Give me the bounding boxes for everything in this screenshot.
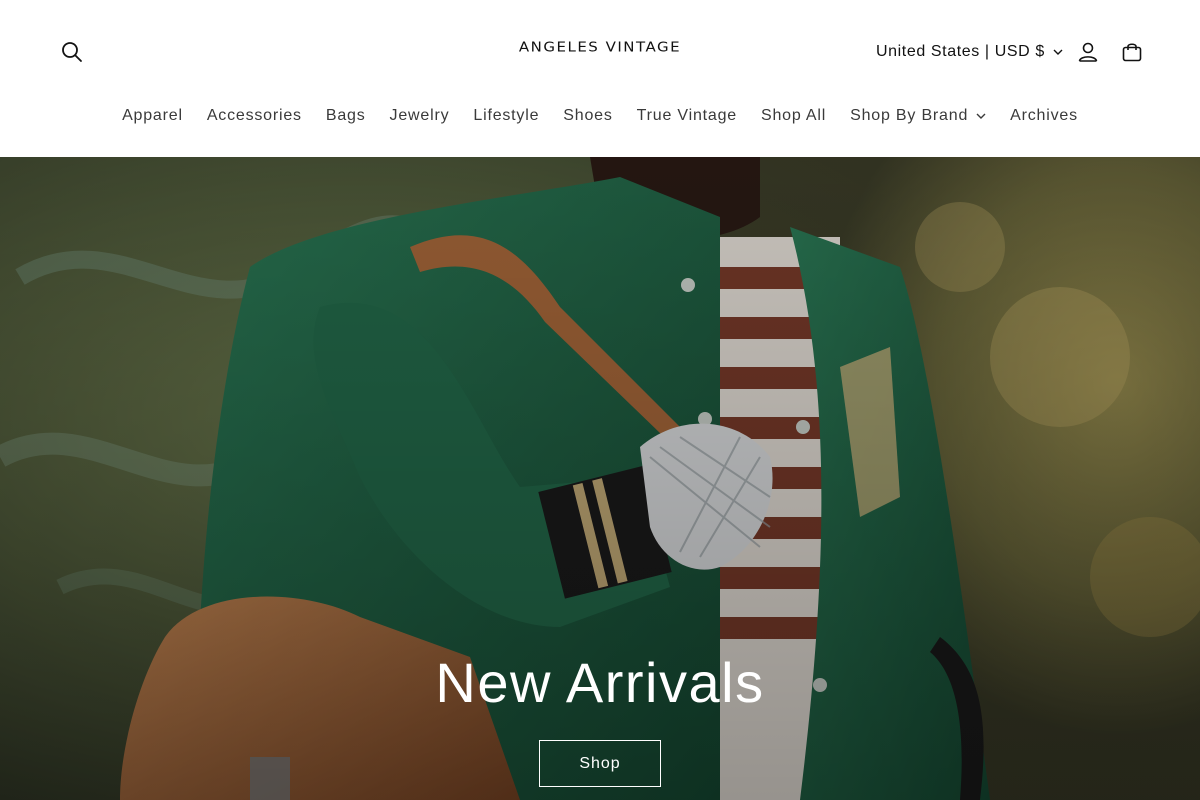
- country-currency-selector[interactable]: United States | USD $: [876, 32, 1063, 72]
- cart-button[interactable]: [1112, 32, 1152, 72]
- chevron-down-icon: [976, 113, 986, 119]
- nav-item-shoes[interactable]: Shoes: [551, 107, 624, 125]
- site-header: ANGELES VINTAGE United States | USD $ Ap…: [0, 0, 1200, 157]
- search-button[interactable]: [52, 32, 92, 72]
- nav-item-archives[interactable]: Archives: [998, 107, 1090, 125]
- nav-item-jewelry[interactable]: Jewelry: [378, 107, 462, 125]
- account-button[interactable]: [1068, 32, 1108, 72]
- currency-label: United States | USD $: [876, 43, 1045, 60]
- nav-item-label: Accessories: [206, 107, 302, 124]
- nav-item-label: Bags: [325, 107, 366, 124]
- nav-item-label: Apparel: [122, 107, 183, 124]
- shop-button[interactable]: Shop: [539, 740, 661, 787]
- main-navigation: Apparel Accessories Bags Jewelry Lifesty…: [0, 96, 1200, 136]
- nav-item-label: Shoes: [563, 107, 613, 124]
- nav-item-label: Jewelry: [389, 107, 450, 124]
- hero-title: New Arrivals: [435, 651, 765, 714]
- nav-item-true-vintage[interactable]: True Vintage: [625, 107, 749, 125]
- nav-item-label: Lifestyle: [473, 107, 540, 124]
- nav-item-shop-all[interactable]: Shop All: [749, 107, 838, 125]
- nav-item-lifestyle[interactable]: Lifestyle: [461, 107, 551, 125]
- nav-item-shop-by-brand[interactable]: Shop By Brand: [838, 107, 998, 125]
- cart-icon: [1122, 43, 1142, 62]
- nav-item-label: Archives: [1010, 107, 1078, 124]
- nav-item-label: Shop All: [761, 107, 827, 124]
- nav-item-accessories[interactable]: Accessories: [195, 107, 314, 125]
- account-icon: [1078, 42, 1098, 62]
- search-icon: [62, 42, 82, 62]
- chevron-down-icon: [1053, 49, 1063, 55]
- nav-item-apparel[interactable]: Apparel: [110, 107, 195, 125]
- nav-item-bags[interactable]: Bags: [314, 107, 378, 125]
- nav-item-label: True Vintage: [636, 107, 737, 124]
- nav-item-label: Shop By Brand: [850, 107, 969, 124]
- brand-logo[interactable]: ANGELES VINTAGE: [500, 39, 700, 55]
